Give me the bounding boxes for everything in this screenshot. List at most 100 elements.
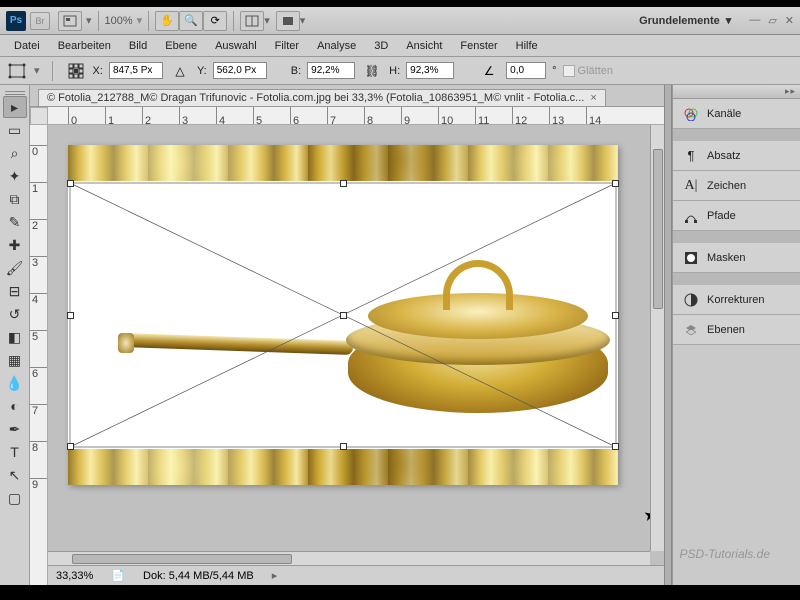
- close-window-button[interactable]: ✕: [785, 14, 794, 27]
- marquee-tool[interactable]: ▭: [3, 119, 27, 141]
- status-doc-size[interactable]: Dok: 5,44 MB/5,44 MB: [143, 570, 254, 582]
- pan-handle: [123, 333, 353, 355]
- history-brush-tool[interactable]: ↺: [3, 303, 27, 325]
- type-tool[interactable]: T: [3, 441, 27, 463]
- dodge-tool[interactable]: ◐: [3, 395, 27, 417]
- photoshop-window: Ps Br ▾ 100% ▾ ✋ 🔍 ⟳ ▾ ▾ Grundelemente▾ …: [0, 7, 800, 585]
- panel-zeichen[interactable]: A| Zeichen: [673, 171, 800, 201]
- menu-datei[interactable]: Datei: [6, 38, 48, 54]
- panel-pfade[interactable]: Pfade: [673, 201, 800, 231]
- transform-tool-icon[interactable]: [6, 61, 28, 81]
- panel-divider[interactable]: [664, 85, 672, 585]
- horizontal-ruler[interactable]: 0 1 2 3 4 5 6 7 8 9 10 11 12 13 14: [48, 107, 664, 125]
- menu-hilfe[interactable]: Hilfe: [508, 38, 546, 54]
- smooth-checkbox[interactable]: Glätten: [563, 65, 613, 77]
- status-menu-arrow[interactable]: ▸: [272, 569, 278, 582]
- move-tool[interactable]: ▸: [3, 96, 27, 118]
- angle-input[interactable]: [506, 62, 546, 79]
- arrange-documents-button[interactable]: [240, 11, 264, 31]
- gradient-tool[interactable]: ▦: [3, 349, 27, 371]
- width-label: B:: [291, 65, 301, 77]
- gold-ornament-bottom: [68, 449, 618, 485]
- status-bar: 33,33% 📄 Dok: 5,44 MB/5,44 MB ▸: [48, 565, 664, 585]
- pan-handle-knob: [118, 333, 134, 353]
- blur-tool[interactable]: 💧: [3, 372, 27, 394]
- paragraph-icon: ¶: [683, 148, 699, 164]
- panel-masken[interactable]: Masken: [673, 243, 800, 273]
- menu-ebene[interactable]: Ebene: [157, 38, 205, 54]
- channels-icon: [683, 106, 699, 122]
- delta-icon[interactable]: △: [169, 61, 191, 81]
- y-input[interactable]: [213, 62, 267, 79]
- vertical-scrollbar[interactable]: [650, 125, 664, 551]
- zoom-level-display[interactable]: 100%: [105, 15, 133, 27]
- reference-point-icon[interactable]: [65, 61, 87, 81]
- quick-select-tool[interactable]: ✦: [3, 165, 27, 187]
- panel-dock-header[interactable]: ▸▸: [673, 85, 800, 99]
- shape-tool[interactable]: ▢: [3, 487, 27, 509]
- height-label: H:: [389, 65, 400, 77]
- adjustments-icon: [683, 292, 699, 308]
- menu-bearbeiten[interactable]: Bearbeiten: [50, 38, 119, 54]
- ruler-corner: [30, 107, 48, 125]
- panel-ebenen[interactable]: Ebenen: [673, 315, 800, 345]
- minimize-button[interactable]: —: [749, 14, 760, 27]
- menu-filter[interactable]: Filter: [267, 38, 307, 54]
- document-area: © Fotolia_212788_M© Dragan Trifunovic - …: [30, 85, 664, 585]
- status-zoom[interactable]: 33,33%: [56, 570, 93, 582]
- gold-ornament-top: [68, 145, 618, 181]
- status-doc-indicator: 📄: [111, 569, 125, 582]
- screen-mode-button[interactable]: [276, 11, 300, 31]
- hand-tool-icon[interactable]: ✋: [155, 11, 179, 31]
- menu-auswahl[interactable]: Auswahl: [207, 38, 265, 54]
- link-icon[interactable]: ⛓: [361, 61, 383, 81]
- character-icon: A|: [683, 178, 699, 194]
- tab-close-icon[interactable]: ×: [590, 92, 596, 104]
- pan-lid-handle: [443, 260, 513, 310]
- photoshop-logo-icon: Ps: [6, 11, 26, 31]
- bridge-logo-icon[interactable]: Br: [30, 12, 50, 30]
- panel-korrekturen[interactable]: Korrekturen: [673, 285, 800, 315]
- width-input[interactable]: [307, 62, 355, 79]
- view-extras-button[interactable]: [58, 11, 82, 31]
- vertical-ruler[interactable]: 0 1 2 3 4 5 6 7 8 9: [30, 125, 48, 585]
- eyedropper-tool[interactable]: ✎: [3, 211, 27, 233]
- watermark: PSD-Tutorials.de: [680, 547, 770, 561]
- eraser-tool[interactable]: ◧: [3, 326, 27, 348]
- menu-3d[interactable]: 3D: [366, 38, 396, 54]
- angle-icon: ∠: [478, 61, 500, 81]
- menu-bar: Datei Bearbeiten Bild Ebene Auswahl Filt…: [0, 35, 800, 57]
- height-input[interactable]: [406, 62, 454, 79]
- rotate-view-icon[interactable]: ⟳: [203, 11, 227, 31]
- maximize-button[interactable]: ▱: [768, 14, 776, 27]
- workspace-selector[interactable]: Grundelemente▾: [639, 14, 731, 27]
- x-input[interactable]: [109, 62, 163, 79]
- title-bar: Ps Br ▾ 100% ▾ ✋ 🔍 ⟳ ▾ ▾ Grundelemente▾ …: [0, 7, 800, 35]
- brush-tool[interactable]: 🖌: [3, 257, 27, 279]
- canvas[interactable]: ➤: [48, 125, 664, 565]
- y-label: Y:: [197, 65, 207, 77]
- stamp-tool[interactable]: ⊟: [3, 280, 27, 302]
- paths-icon: [683, 208, 699, 224]
- masks-icon: [683, 250, 699, 266]
- healing-tool[interactable]: ✚: [3, 234, 27, 256]
- document-tab[interactable]: © Fotolia_212788_M© Dragan Trifunovic - …: [38, 89, 606, 106]
- crop-tool[interactable]: ⧉: [3, 188, 27, 210]
- path-select-tool[interactable]: ↖: [3, 464, 27, 486]
- panel-kanaele[interactable]: Kanäle: [673, 99, 800, 129]
- horizontal-scrollbar[interactable]: [48, 551, 650, 565]
- menu-bild[interactable]: Bild: [121, 38, 155, 54]
- artboard[interactable]: [68, 145, 618, 485]
- tool-palette: ▸ ▭ ⌕ ✦ ⧉ ✎ ✚ 🖌 ⊟ ↺ ◧ ▦ 💧 ◐ ✒ T ↖ ▢: [0, 85, 30, 585]
- lasso-tool[interactable]: ⌕: [3, 142, 27, 164]
- zoom-tool-icon[interactable]: 🔍: [179, 11, 203, 31]
- menu-ansicht[interactable]: Ansicht: [398, 38, 450, 54]
- x-label: X:: [93, 65, 103, 77]
- pen-tool[interactable]: ✒: [3, 418, 27, 440]
- menu-fenster[interactable]: Fenster: [452, 38, 505, 54]
- panel-dock: ▸▸ Kanäle ¶ Absatz A| Zeichen Pfade Mask: [672, 85, 800, 585]
- panel-absatz[interactable]: ¶ Absatz: [673, 141, 800, 171]
- layers-icon: [683, 322, 699, 338]
- menu-analyse[interactable]: Analyse: [309, 38, 364, 54]
- options-bar: ▾ X: △ Y: B: ⛓ H: ∠ ° Glätten: [0, 57, 800, 85]
